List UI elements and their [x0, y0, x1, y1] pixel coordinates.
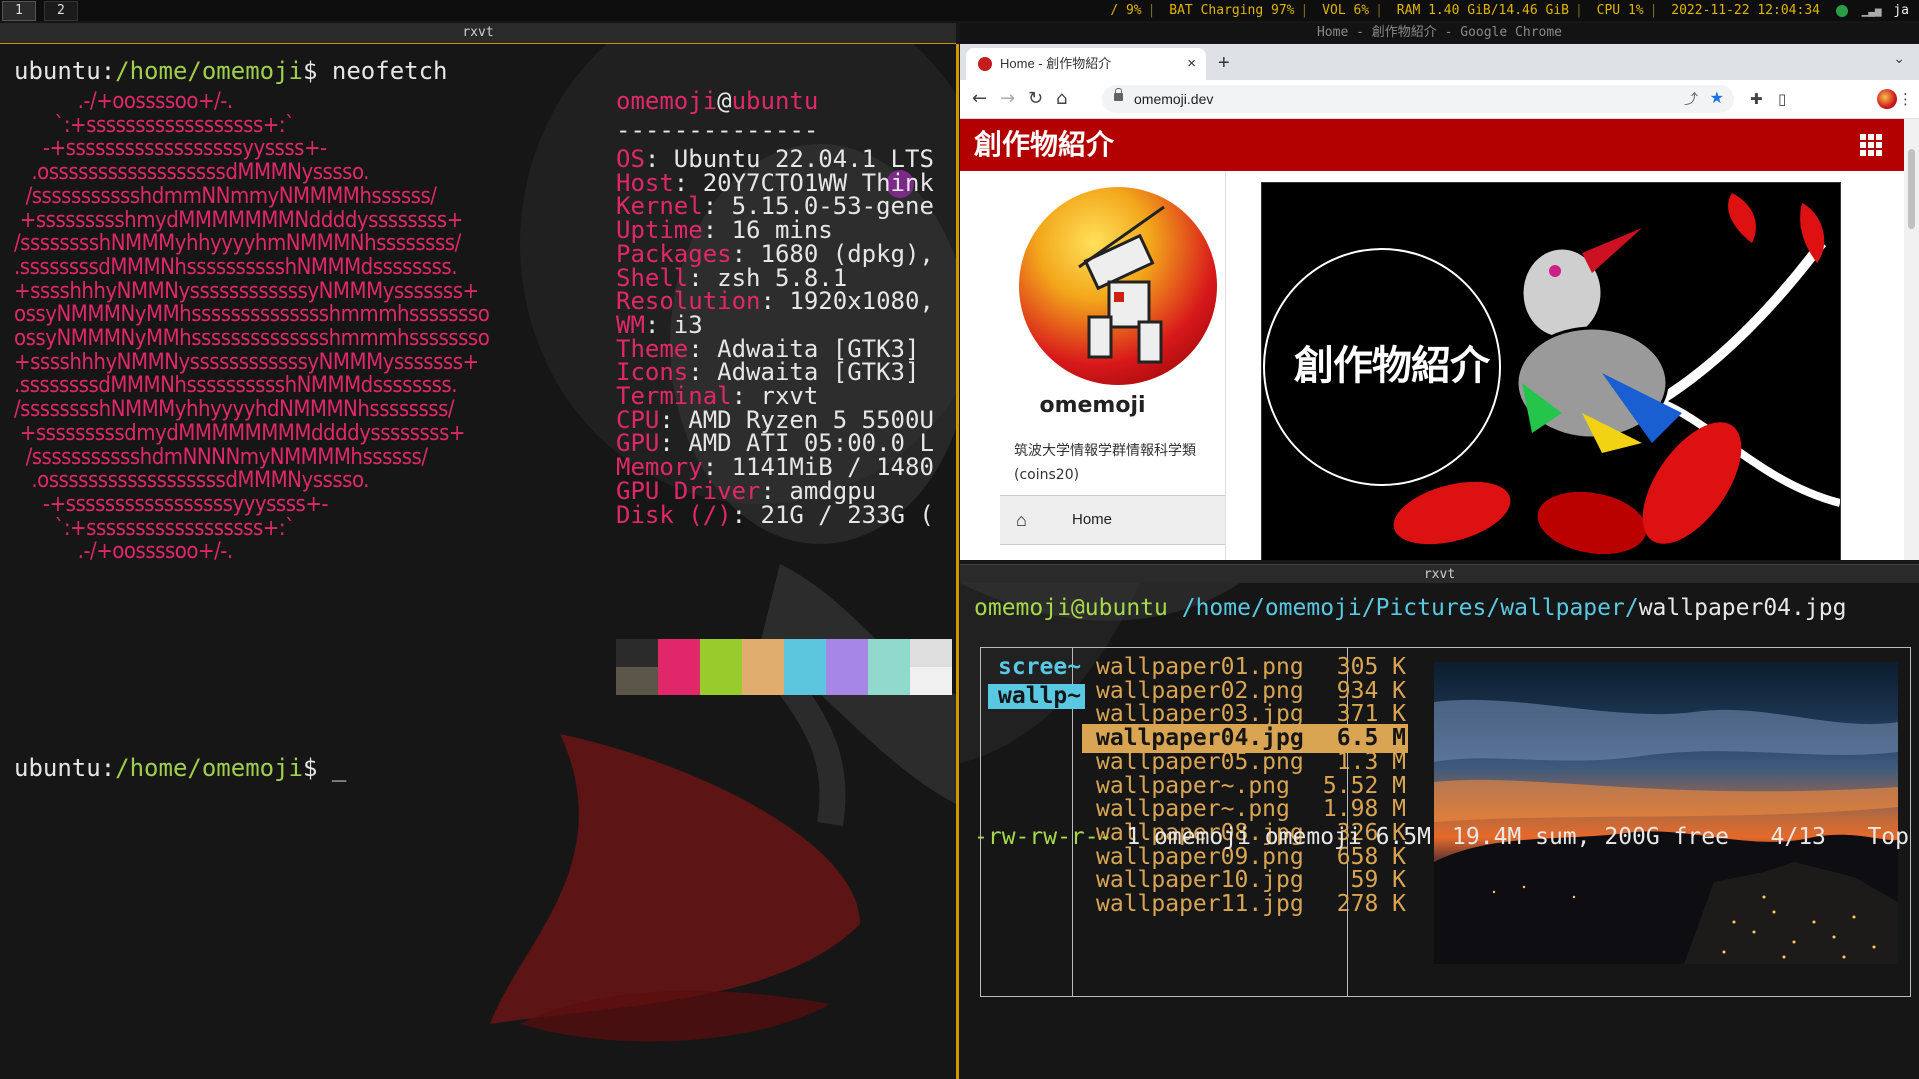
info-key: Disk (/): [616, 500, 732, 529]
palette-swatch: [616, 667, 658, 695]
left-window-title: rxvt: [0, 23, 956, 44]
info-value: : 1920x1080,: [760, 287, 934, 316]
home-icon: ⌂: [1016, 510, 1027, 530]
palette-swatch: [784, 667, 826, 695]
tab-close-button[interactable]: ×: [1187, 48, 1196, 80]
parent-item-screenshots[interactable]: scree~: [998, 653, 1081, 682]
palette-swatch: [616, 639, 658, 667]
ranger-terminal[interactable]: omemoji@ubuntu /home/omemoji/Pictures/wa…: [960, 583, 1919, 1079]
profile-avatar[interactable]: [1877, 89, 1897, 109]
tab-home[interactable]: Home - 創作物紹介 ×: [966, 48, 1206, 80]
prompt-line: ubuntu:/home/omemoji$ neofetch: [14, 57, 448, 85]
nav-home-link[interactable]: ⌂ Home: [1000, 495, 1225, 545]
ranger-header: omemoji@ubuntu /home/omemoji/Pictures/wa…: [974, 595, 1847, 621]
palette-swatch: [868, 639, 910, 667]
lock-icon[interactable]: [1114, 88, 1123, 101]
terminal-cursor: _: [331, 754, 347, 782]
chrome-window: Home - 創作物紹介 × + ⌄ ← → ↻ ⌂ omemoji.dev ⤴…: [960, 44, 1919, 560]
palette-swatch: [658, 667, 700, 695]
network-tray-icon[interactable]: [1835, 4, 1848, 17]
profile-affiliation: 筑波大学情報学群情報科学類(coins20): [1014, 443, 1196, 483]
page-scrollbar[interactable]: [1904, 119, 1919, 560]
parent-pane: scree~ wallp~: [988, 653, 1085, 711]
palette-swatch: [910, 667, 952, 695]
hero-banner: 創作物紹介: [1261, 182, 1841, 560]
share-icon[interactable]: ⤴: [1684, 85, 1698, 113]
back-button[interactable]: ←: [972, 89, 987, 109]
status-blocks: / 9% | BAT Charging 97% | VOL 6% | RAM 1.40…: [1110, 3, 1909, 18]
palette-swatch: [826, 639, 868, 667]
palette-swatch: [868, 667, 910, 695]
page-viewport: 創作物紹介 omemoji 筑波大学情報学群情報科学類(coins20) ⌂ H…: [960, 119, 1919, 560]
palette-swatch: [910, 639, 952, 667]
app-grid-icon[interactable]: [1860, 134, 1882, 156]
new-tab-button[interactable]: +: [1218, 48, 1230, 78]
nav-home-label: Home: [1072, 511, 1113, 528]
extensions-puzzle-icon[interactable]: ✚: [1750, 90, 1763, 108]
neofetch-rule: --------------: [616, 116, 819, 144]
chrome-menu-icon[interactable]: ⋮: [1898, 90, 1913, 108]
file-row[interactable]: wallpaper11.jpg 278 K: [1096, 890, 1408, 919]
ram-status: RAM 1.40 GiB/14.46 GiB: [1396, 3, 1569, 18]
site-title[interactable]: 創作物紹介: [974, 127, 1114, 163]
status-summary: 19.4M sum, 200G free 4/13 Top: [1452, 824, 1909, 850]
tab-strip: Home - 創作物紹介 × + ⌄: [960, 44, 1919, 80]
tab-search-button[interactable]: ⌄: [1893, 50, 1905, 67]
side-panel-icon[interactable]: ▯: [1778, 90, 1786, 108]
chrome-window-title: Home - 創作物紹介 - Google Chrome: [960, 23, 1919, 43]
palette-swatch: [826, 667, 868, 695]
profile-image: [1019, 187, 1217, 385]
workspace-1-button[interactable]: 1: [2, 1, 36, 21]
site-header: 創作物紹介: [960, 119, 1904, 171]
palette-swatch: [700, 667, 742, 695]
palette-swatch: [742, 639, 784, 667]
input-method-indicator[interactable]: ja: [1893, 3, 1909, 18]
browser-toolbar: ← → ↻ ⌂ omemoji.dev ⤴ ★ ✚ ▯ ⋮: [960, 80, 1919, 119]
file-name: wallpaper11.jpg: [1096, 891, 1304, 917]
info-value: : 21G / 233G (: [731, 500, 934, 529]
battery-status: BAT Charging 97%: [1169, 3, 1295, 18]
reload-button[interactable]: ↻: [1028, 89, 1043, 109]
parent-item-wallpaper[interactable]: wallp~: [988, 682, 1085, 711]
palette-swatch: [658, 639, 700, 667]
palette-swatch: [784, 639, 826, 667]
home-icon[interactable]: ⌂: [1056, 89, 1067, 109]
info-row: Disk (/): 21G / 233G (: [616, 501, 934, 530]
datetime-status: 2022-11-22 12:04:34: [1671, 3, 1820, 18]
ranger-window-title: rxvt: [960, 564, 1919, 585]
i3-status-bar: 1 2 / 9% | BAT Charging 97% | VOL 6% | RAM …: [0, 0, 1919, 21]
cpu-status: CPU 1%: [1596, 3, 1644, 18]
prompt-line-2: ubuntu:/home/omemoji$ _: [14, 754, 347, 782]
profile-sidebar: omemoji 筑波大学情報学群情報科学類(coins20) ⌂ Home: [960, 171, 1226, 560]
banner-title: 創作物紹介: [1294, 343, 1490, 389]
file-size: 278 K: [1336, 891, 1406, 917]
url-text: omemoji.dev: [1134, 91, 1214, 107]
forward-button[interactable]: →: [1000, 89, 1015, 109]
tab-label: Home - 創作物紹介: [1000, 56, 1112, 71]
site-favicon-icon: [978, 57, 992, 71]
profile-username: omemoji: [1039, 393, 1146, 418]
volume-status: VOL 6%: [1322, 3, 1370, 18]
palette-swatch: [700, 639, 742, 667]
address-bar[interactable]: omemoji.dev ⤴ ★: [1102, 85, 1734, 113]
image-preview: [1434, 662, 1898, 964]
disk-status: / 9%: [1110, 3, 1142, 18]
left-terminal[interactable]: ubuntu:/home/omemoji$ neofetch .-/+oosss…: [0, 44, 959, 1079]
status-line: -rw-rw-r-- 1 omemoji omemoji 6.5M: [974, 824, 1431, 850]
signal-icon: ▁▃▅: [1861, 4, 1882, 17]
neofetch-user-host: omemoji@ubuntu: [616, 87, 819, 115]
robot-mecha-illustration: [1078, 205, 1165, 364]
scrollbar-thumb[interactable]: [1908, 149, 1915, 229]
workspace-2-button[interactable]: 2: [44, 1, 78, 21]
bookmark-star-icon[interactable]: ★: [1710, 85, 1724, 113]
palette-swatch: [742, 667, 784, 695]
sunset-city-photo: [1434, 699, 1898, 964]
logo-line: .-/+oossssoo+/-.: [14, 539, 234, 565]
